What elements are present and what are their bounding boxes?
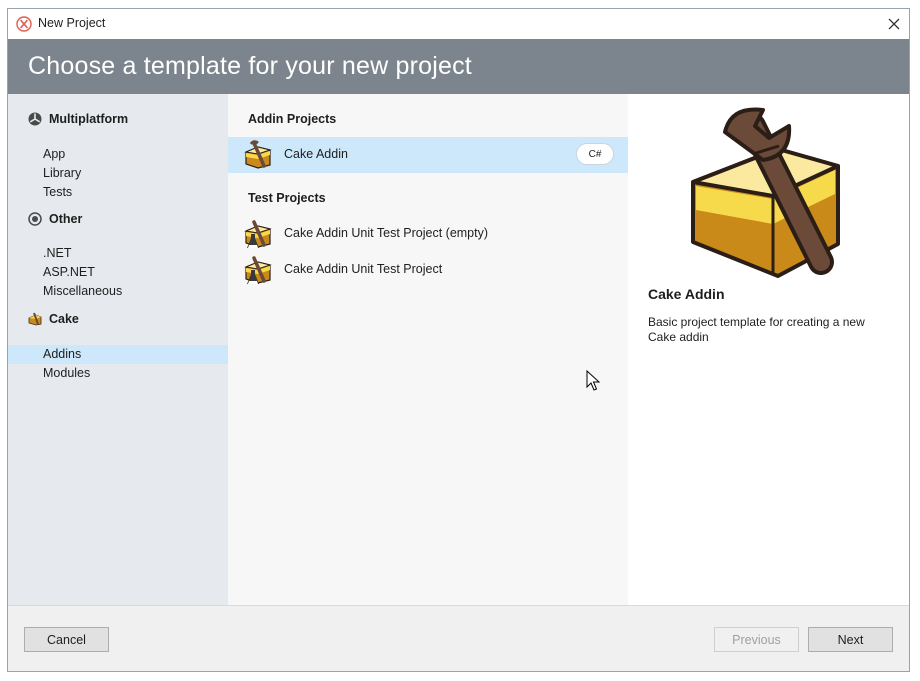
next-button[interactable]: Next [808, 627, 893, 652]
cake-addin-icon [244, 140, 272, 169]
template-label: Cake Addin Unit Test Project (empty) [284, 226, 489, 240]
mouse-pointer-icon [586, 370, 600, 391]
template-label: Cake Addin [284, 147, 348, 161]
detail-description: Basic project template for creating a ne… [648, 315, 865, 344]
sidebar-item-dotnet[interactable]: .NET [8, 244, 228, 263]
dialog-footer: Cancel Previous Next [8, 605, 909, 671]
category-sidebar: Multiplatform App Library Tests Other .N… [8, 94, 228, 605]
language-badge[interactable]: C# [576, 143, 614, 165]
category-label: Cake [49, 312, 79, 326]
category-label: Other [49, 212, 83, 226]
template-list: Addin Projects Cake Addin C# Test Projec… [228, 94, 628, 605]
cake-test-icon [244, 220, 272, 248]
template-cake-addin[interactable]: Cake Addin C# [228, 137, 628, 173]
multiplatform-icon [28, 112, 42, 126]
sidebar-item-aspnet[interactable]: ASP.NET [8, 263, 228, 282]
new-project-dialog: New Project Choose a template for your n… [7, 8, 910, 672]
detail-title: Cake Addin [648, 286, 725, 302]
sidebar-item-library[interactable]: Library [8, 164, 228, 183]
category-other: Other [28, 209, 82, 229]
header-band: Choose a template for your new project [8, 39, 909, 94]
other-icon [28, 212, 42, 226]
title-bar: New Project [8, 9, 909, 39]
sidebar-item-app[interactable]: App [8, 145, 228, 164]
previous-button[interactable]: Previous [714, 627, 799, 652]
close-button[interactable] [879, 9, 909, 39]
page-title: Choose a template for your new project [28, 52, 472, 80]
cake-addin-preview-image [691, 107, 840, 278]
sidebar-item-modules[interactable]: Modules [8, 364, 228, 383]
cancel-button[interactable]: Cancel [24, 627, 109, 652]
section-header-test-projects: Test Projects [248, 191, 326, 205]
category-cake: Cake [28, 309, 79, 329]
close-icon [888, 18, 900, 30]
category-multiplatform: Multiplatform [28, 109, 128, 129]
sidebar-item-miscellaneous[interactable]: Miscellaneous [8, 282, 228, 301]
template-cake-addin-unit-test-empty[interactable]: Cake Addin Unit Test Project (empty) [228, 216, 628, 252]
template-cake-addin-unit-test[interactable]: Cake Addin Unit Test Project [228, 252, 628, 288]
window-title: New Project [38, 16, 106, 30]
template-details: Cake Addin Basic project template for cr… [628, 94, 909, 605]
cake-test-icon [244, 256, 272, 284]
sidebar-item-addins[interactable]: Addins [8, 345, 228, 364]
sidebar-item-tests[interactable]: Tests [8, 183, 228, 202]
template-label: Cake Addin Unit Test Project [284, 262, 443, 276]
section-header-addin-projects: Addin Projects [248, 112, 337, 126]
category-label: Multiplatform [49, 112, 129, 126]
xamarin-logo-icon [16, 16, 32, 32]
cake-icon [28, 312, 42, 326]
